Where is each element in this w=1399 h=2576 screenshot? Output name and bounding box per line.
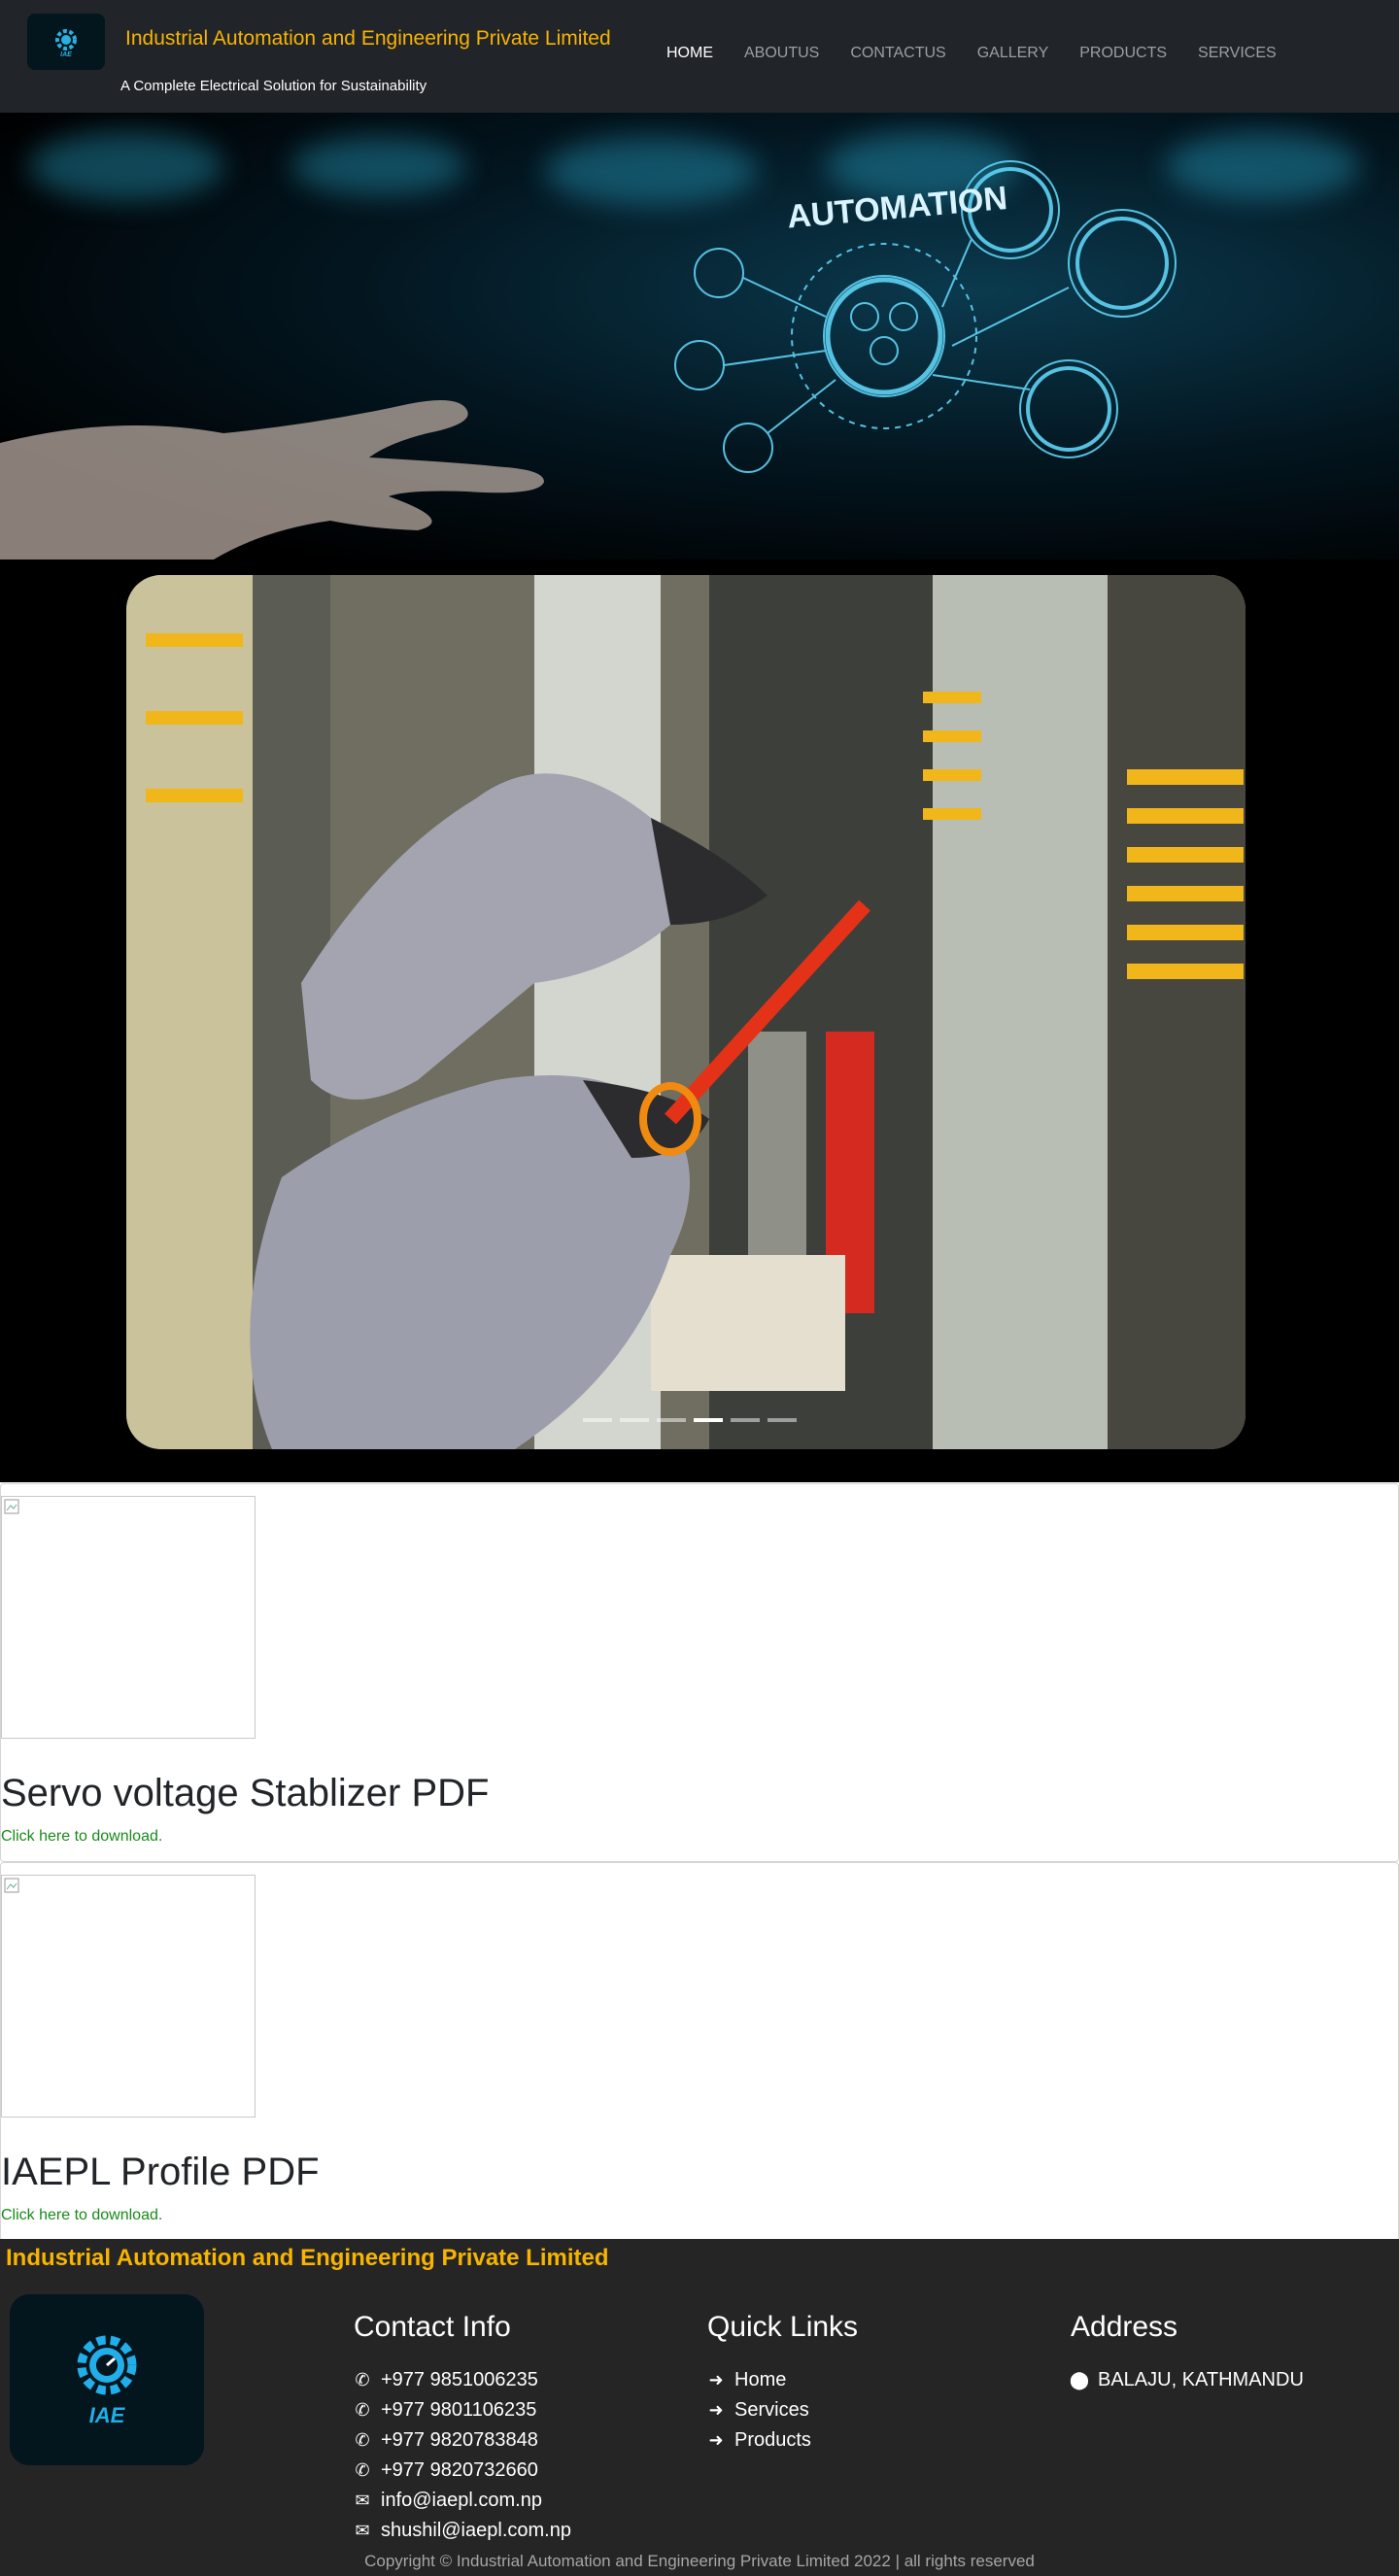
carousel-indicator[interactable]: [620, 1418, 649, 1422]
phone-item[interactable]: ✆ +977 9820732660: [354, 2456, 571, 2486]
envelope-icon: ✉: [355, 2521, 370, 2540]
quick-links-heading: Quick Links: [707, 2311, 859, 2343]
tagline: A Complete Electrical Solution for Susta…: [120, 78, 427, 94]
address-item: ⬤ BALAJU, KATHMANDU: [1069, 2369, 1304, 2390]
automation-diagram-icon: AUTOMATION: [674, 160, 1177, 473]
carousel-indicators: [583, 1418, 797, 1422]
card-title: IAEPL Profile PDF: [1, 2151, 320, 2193]
nav-services[interactable]: SERVICES: [1182, 45, 1292, 62]
electrician-panel-image: [126, 575, 1245, 1449]
carousel-indicator[interactable]: [694, 1418, 723, 1422]
quick-link-products[interactable]: ➜ Products: [707, 2425, 858, 2456]
nav-home[interactable]: HOME: [651, 45, 729, 62]
phone-item[interactable]: ✆ +977 9820783848: [354, 2425, 571, 2456]
gear-logo-icon: IAE: [55, 29, 77, 58]
carousel: [0, 559, 1399, 1482]
carousel-indicator[interactable]: [583, 1418, 612, 1422]
arrow-right-icon: ➜: [708, 2370, 724, 2390]
nav-aboutus[interactable]: ABOUTUS: [729, 45, 835, 62]
email-item[interactable]: ✉ shushil@iaepl.com.np: [354, 2516, 571, 2546]
card-title: Servo voltage Stablizer PDF: [1, 1772, 490, 1814]
phone-item[interactable]: ✆ +977 9851006235: [354, 2365, 571, 2395]
nav-gallery[interactable]: GALLERY: [962, 45, 1065, 62]
brand-name[interactable]: Industrial Automation and Engineering Pr…: [125, 27, 611, 51]
address-heading: Address: [1071, 2311, 1178, 2343]
nav-contactus[interactable]: CONTACTUS: [835, 45, 961, 62]
navbar: IAE Industrial Automation and Engineerin…: [0, 0, 1399, 113]
footer: Industrial Automation and Engineering Pr…: [0, 2239, 1399, 2576]
nav-products[interactable]: PRODUCTS: [1064, 45, 1182, 62]
main-nav: HOME ABOUTUS CONTACTUS GALLERY PRODUCTS SERVI…: [651, 45, 1292, 62]
carousel-indicator[interactable]: [731, 1418, 760, 1422]
phone-icon: ✆: [355, 2460, 370, 2480]
gear-logo-icon: [77, 2335, 137, 2395]
carousel-indicator[interactable]: [768, 1418, 797, 1422]
map-marker-icon: ⬤: [1069, 2370, 1090, 2390]
envelope-icon: ✉: [355, 2491, 370, 2510]
email-item[interactable]: ✉ info@iaepl.com.np: [354, 2486, 571, 2516]
address-section: Address ⬤ BALAJU, KATHMANDU: [1069, 2311, 1304, 2395]
hero-banner: AUTOMATION: [0, 113, 1399, 559]
contact-heading: Contact Info: [354, 2311, 511, 2343]
pdf-card: Servo voltage Stablizer PDF Click here t…: [0, 1483, 1399, 1862]
phone-item[interactable]: ✆ +977 9801106235: [354, 2395, 571, 2425]
footer-logo-text: IAE: [88, 2403, 125, 2427]
carousel-indicator[interactable]: [657, 1418, 686, 1422]
phone-icon: ✆: [355, 2400, 370, 2420]
quick-link-services[interactable]: ➜ Services: [707, 2395, 858, 2425]
quick-links-section: Quick Links ➜ Home ➜ Services ➜ Products: [707, 2311, 858, 2456]
arrow-right-icon: ➜: [708, 2430, 724, 2450]
copyright: Copyright © Industrial Automation and En…: [364, 2552, 1035, 2570]
logo[interactable]: IAE: [27, 14, 105, 70]
quick-link-home[interactable]: ➜ Home: [707, 2365, 858, 2395]
arrow-right-icon: ➜: [708, 2400, 724, 2420]
contact-info-section: Contact Info ✆ +977 9851006235 ✆ +977 9801…: [354, 2311, 571, 2546]
svg-text:IAE: IAE: [60, 51, 72, 58]
footer-logo[interactable]: IAE: [10, 2294, 204, 2465]
footer-brand: Industrial Automation and Engineering Pr…: [6, 2245, 609, 2271]
download-link[interactable]: Click here to download.: [1, 1828, 162, 1846]
broken-image-icon: [1, 1875, 256, 2118]
carousel-slide-image[interactable]: [126, 575, 1245, 1449]
broken-image-icon: [1, 1496, 256, 1739]
download-link[interactable]: Click here to download.: [1, 2207, 162, 2224]
phone-icon: ✆: [355, 2430, 370, 2450]
pointing-hand-image: [0, 400, 544, 559]
pdf-card: IAEPL Profile PDF Click here to download…: [0, 1862, 1399, 2241]
phone-icon: ✆: [355, 2370, 370, 2390]
